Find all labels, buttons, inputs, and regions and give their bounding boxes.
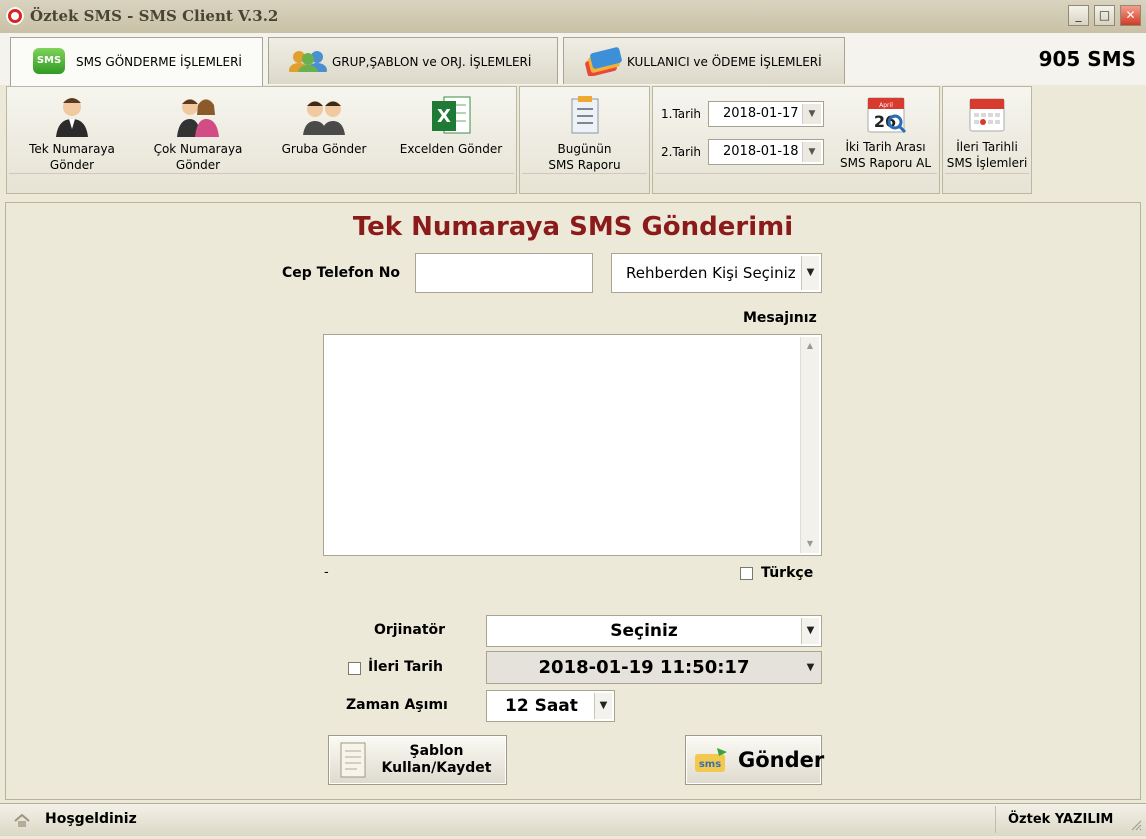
tab-label: GRUP,ŞABLON ve ORJ. İŞLEMLERİ bbox=[332, 55, 532, 69]
button-label-line2: Gönder bbox=[175, 158, 221, 172]
chevron-down-icon[interactable]: ▼ bbox=[802, 654, 819, 681]
app-logo-icon bbox=[6, 7, 24, 25]
group-people-icon bbox=[303, 101, 345, 135]
button-label-line2: SMS Raporu AL bbox=[839, 156, 932, 170]
window-title: Öztek SMS - SMS Client V.3.2 bbox=[30, 7, 279, 25]
button-label-line1: Bugünün bbox=[557, 142, 612, 156]
button-label-line1: Çok Numaraya bbox=[153, 142, 243, 156]
button-label-line2: SMS Raporu bbox=[548, 158, 621, 172]
tab-label: SMS GÖNDERME İŞLEMLERİ bbox=[76, 55, 242, 69]
tab-label: KULLANICI ve ÖDEME İŞLEMLERİ bbox=[627, 55, 822, 69]
scheduled-sms-button[interactable]: İleri Tarihli SMS İşlemleri bbox=[944, 93, 1030, 171]
future-date-value: 2018-01-19 11:50:17 bbox=[538, 657, 750, 678]
template-button[interactable]: Şablon Kullan/Kaydet bbox=[328, 735, 507, 785]
date2-picker[interactable]: 2018-01-18 ▼ bbox=[708, 139, 824, 165]
originator-value: Seçiniz bbox=[610, 621, 678, 641]
button-label-line2: SMS İşlemleri bbox=[946, 156, 1028, 170]
date2-label: 2.Tarih bbox=[661, 145, 702, 159]
form-title: Tek Numaraya SMS Gönderimi bbox=[352, 212, 794, 242]
scheduled-group: İleri Tarihli SMS İşlemleri bbox=[942, 86, 1032, 194]
send-group: Tek Numaraya Gönder Çok Numaraya Gönder … bbox=[6, 86, 517, 194]
button-label-line1: İki Tarih Arası bbox=[845, 140, 926, 154]
document-icon bbox=[340, 742, 366, 778]
ribbon: Tek Numaraya Gönder Çok Numaraya Gönder … bbox=[6, 86, 1141, 198]
sms-balance: 905 SMS bbox=[1038, 47, 1136, 71]
calendar-month: April bbox=[879, 102, 893, 109]
originator-label: Orjinatör bbox=[374, 622, 446, 638]
send-excel-button[interactable]: X Excelden Gönder bbox=[389, 93, 513, 157]
today-report-button[interactable]: Bugünün SMS Raporu bbox=[522, 93, 647, 173]
contact-select[interactable]: Rehberden Kişi Seçiniz ▼ bbox=[611, 253, 822, 293]
home-icon bbox=[14, 813, 30, 831]
button-label-line2: Gönder bbox=[49, 158, 95, 172]
scroll-up-icon[interactable]: ▲ bbox=[801, 337, 819, 355]
minimize-button[interactable]: _ bbox=[1068, 5, 1089, 26]
svg-text:X: X bbox=[437, 106, 451, 127]
send-button-label: Gönder bbox=[738, 748, 825, 772]
template-button-line1: Şablon bbox=[409, 743, 464, 759]
send-single-button[interactable]: Tek Numaraya Gönder bbox=[11, 93, 133, 173]
timeout-value: 12 Saat bbox=[505, 696, 578, 716]
close-button[interactable]: ✕ bbox=[1120, 5, 1141, 26]
maximize-button[interactable]: □ bbox=[1094, 5, 1115, 26]
turkish-checkbox[interactable] bbox=[740, 567, 753, 580]
timeout-select[interactable]: 12 Saat ▼ bbox=[486, 690, 615, 722]
date1-picker[interactable]: 2018-01-17 ▼ bbox=[708, 101, 824, 127]
button-label-line1: İleri Tarihli bbox=[956, 140, 1018, 154]
future-date-picker[interactable]: 2018-01-19 11:50:17 ▼ bbox=[486, 651, 822, 684]
send-multiple-button[interactable]: Çok Numaraya Gönder bbox=[137, 93, 259, 173]
sms-send-icon: sms bbox=[693, 746, 729, 776]
char-counter: - bbox=[324, 565, 329, 580]
calendar-icon bbox=[969, 98, 1005, 132]
date1-label: 1.Tarih bbox=[661, 107, 702, 121]
tab-user-payment[interactable]: KULLANICI ve ÖDEME İŞLEMLERİ bbox=[563, 37, 845, 84]
two-people-icon bbox=[177, 99, 219, 137]
excel-icon: X bbox=[432, 96, 471, 134]
future-date-checkbox[interactable] bbox=[348, 662, 361, 675]
chevron-down-icon[interactable]: ▼ bbox=[801, 618, 819, 644]
send-button[interactable]: sms Gönder bbox=[685, 735, 825, 785]
chevron-down-icon[interactable]: ▼ bbox=[802, 104, 821, 124]
button-label-line1: Excelden Gönder bbox=[399, 142, 503, 156]
company-name: Öztek YAZILIM bbox=[1008, 812, 1114, 827]
welcome-text: Hoşgeldiniz bbox=[45, 811, 137, 827]
report-today-group: Bugünün SMS Raporu bbox=[519, 86, 650, 194]
button-label-line1: Gruba Gönder bbox=[281, 142, 367, 156]
credit-cards-icon bbox=[584, 46, 622, 77]
report-list-icon bbox=[571, 96, 598, 134]
date-range-group: 1.Tarih 2018-01-17 ▼ 2.Tarih 2018-01-18 … bbox=[652, 86, 940, 194]
template-button-line2: Kullan/Kaydet bbox=[381, 760, 492, 776]
sms-bubble-icon: SMS bbox=[33, 48, 65, 74]
contact-select-value: Rehberden Kişi Seçiniz bbox=[626, 264, 796, 282]
message-scrollbar[interactable]: ▲ ▼ bbox=[800, 337, 819, 553]
chevron-down-icon[interactable]: ▼ bbox=[594, 693, 612, 719]
originator-select[interactable]: Seçiniz ▼ bbox=[486, 615, 822, 647]
turkish-label: Türkçe bbox=[761, 565, 814, 581]
tab-groups-templates[interactable]: GRUP,ŞABLON ve ORJ. İŞLEMLERİ bbox=[268, 37, 558, 84]
window-title-bar[interactable]: Öztek SMS - SMS Client V.3.2 _ □ ✕ bbox=[0, 0, 1146, 34]
single-person-icon bbox=[56, 98, 88, 137]
message-label: Mesajınız bbox=[743, 310, 817, 326]
range-report-button[interactable]: April 26 İki Tarih Arası SMS Raporu AL bbox=[833, 93, 938, 171]
tab-sms-send[interactable]: SMS SMS GÖNDERME İŞLEMLERİ bbox=[10, 37, 263, 86]
chevron-down-icon[interactable]: ▼ bbox=[801, 256, 819, 290]
tab-strip: SMS SMS GÖNDERME İŞLEMLERİ GRUP,ŞABLON v… bbox=[0, 33, 1146, 86]
sms-icon-text: sms bbox=[699, 759, 721, 770]
future-date-label: İleri Tarih bbox=[368, 659, 443, 675]
company-panel: Öztek YAZILIM bbox=[995, 806, 1144, 833]
button-label-line1: Tek Numaraya bbox=[29, 142, 115, 156]
timeout-label: Zaman Aşımı bbox=[346, 697, 448, 713]
send-group-button[interactable]: Gruba Gönder bbox=[263, 93, 385, 157]
resize-grip-icon[interactable] bbox=[1130, 819, 1142, 831]
message-textarea[interactable]: ▲ ▼ bbox=[323, 334, 822, 556]
phone-label: Cep Telefon No bbox=[282, 265, 401, 281]
chevron-down-icon[interactable]: ▼ bbox=[802, 142, 821, 162]
status-bar: Hoşgeldiniz Öztek YAZILIM bbox=[0, 803, 1146, 836]
date1-value: 2018-01-17 bbox=[723, 106, 799, 121]
scroll-down-icon[interactable]: ▼ bbox=[801, 535, 819, 553]
users-group-icon bbox=[287, 50, 329, 79]
phone-input[interactable] bbox=[415, 253, 593, 293]
date2-value: 2018-01-18 bbox=[723, 144, 799, 159]
calendar-search-icon: April26 bbox=[867, 97, 906, 134]
